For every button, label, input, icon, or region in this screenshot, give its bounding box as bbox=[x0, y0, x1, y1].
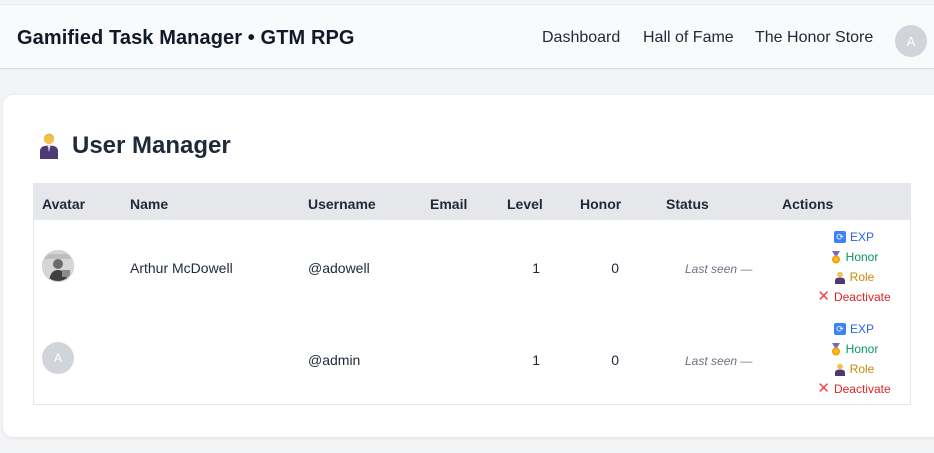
user-avatar-photo bbox=[42, 250, 74, 282]
column-header-avatar: Avatar bbox=[42, 196, 86, 212]
user-status: Last seen — bbox=[685, 354, 753, 368]
deactivate-action-label: Deactivate bbox=[833, 382, 891, 396]
nav-honor-store[interactable]: The Honor Store bbox=[755, 29, 873, 47]
nav-hall-of-fame[interactable]: Hall of Fame bbox=[643, 29, 734, 47]
column-header-name: Name bbox=[130, 196, 169, 212]
honor-action-button[interactable]: Honor bbox=[804, 248, 904, 266]
close-icon: ✕ bbox=[817, 288, 830, 305]
column-header-honor: Honor bbox=[580, 196, 622, 212]
role-action-label: Role bbox=[849, 270, 875, 284]
column-header-email: Email bbox=[430, 196, 468, 212]
user-username: @admin bbox=[308, 352, 361, 368]
nav-dashboard[interactable]: Dashboard bbox=[542, 29, 620, 47]
medal-icon bbox=[831, 342, 840, 355]
honor-action-label: Honor bbox=[845, 250, 879, 264]
table-row: Arthur McDowell @adowell 1 0 Last seen —… bbox=[34, 220, 910, 312]
exp-action-label: EXP bbox=[849, 230, 874, 244]
user-name: Arthur McDowell bbox=[130, 260, 233, 276]
user-level: 1 bbox=[532, 260, 540, 276]
user-level: 1 bbox=[532, 352, 540, 368]
role-action-button[interactable]: Role bbox=[804, 360, 904, 378]
honor-action-button[interactable]: Honor bbox=[804, 340, 904, 358]
user-honor: 0 bbox=[611, 352, 619, 368]
office-worker-icon bbox=[40, 133, 58, 159]
column-header-username: Username bbox=[308, 196, 376, 212]
page-header: User Manager bbox=[36, 130, 231, 162]
medal-icon bbox=[831, 250, 840, 263]
table-header-row: Avatar Name Username Email Level Honor S… bbox=[34, 184, 910, 220]
user-avatar-initial: A bbox=[42, 342, 74, 374]
user-status: Last seen — bbox=[685, 262, 753, 276]
user-username: @adowell bbox=[308, 260, 370, 276]
role-action-label: Role bbox=[849, 362, 875, 376]
app-brand[interactable]: Gamified Task Manager • GTM RPG bbox=[17, 27, 355, 50]
role-action-button[interactable]: Role bbox=[804, 268, 904, 286]
column-header-status: Status bbox=[666, 196, 709, 212]
column-header-level: Level bbox=[507, 196, 543, 212]
user-avatar-menu[interactable]: A bbox=[895, 25, 927, 57]
refresh-icon: ⟳ bbox=[833, 323, 846, 335]
top-navbar: Gamified Task Manager • GTM RPG Dashboar… bbox=[0, 4, 934, 69]
exp-action-button[interactable]: ⟳ EXP bbox=[804, 320, 904, 338]
deactivate-action-button[interactable]: ✕ Deactivate bbox=[804, 380, 904, 398]
table-row: A @admin 1 0 Last seen — ⟳ EXP Honor Rol… bbox=[34, 312, 910, 404]
worker-icon bbox=[834, 363, 845, 376]
worker-icon bbox=[834, 271, 845, 284]
exp-action-label: EXP bbox=[849, 322, 874, 336]
users-table: Avatar Name Username Email Level Honor S… bbox=[33, 183, 911, 405]
user-honor: 0 bbox=[611, 260, 619, 276]
deactivate-action-button[interactable]: ✕ Deactivate bbox=[804, 288, 904, 306]
exp-action-button[interactable]: ⟳ EXP bbox=[804, 228, 904, 246]
close-icon: ✕ bbox=[817, 380, 830, 397]
deactivate-action-label: Deactivate bbox=[833, 290, 891, 304]
page-title: User Manager bbox=[72, 132, 231, 159]
column-header-actions: Actions bbox=[782, 196, 834, 212]
honor-action-label: Honor bbox=[845, 342, 879, 356]
refresh-icon: ⟳ bbox=[833, 231, 846, 243]
